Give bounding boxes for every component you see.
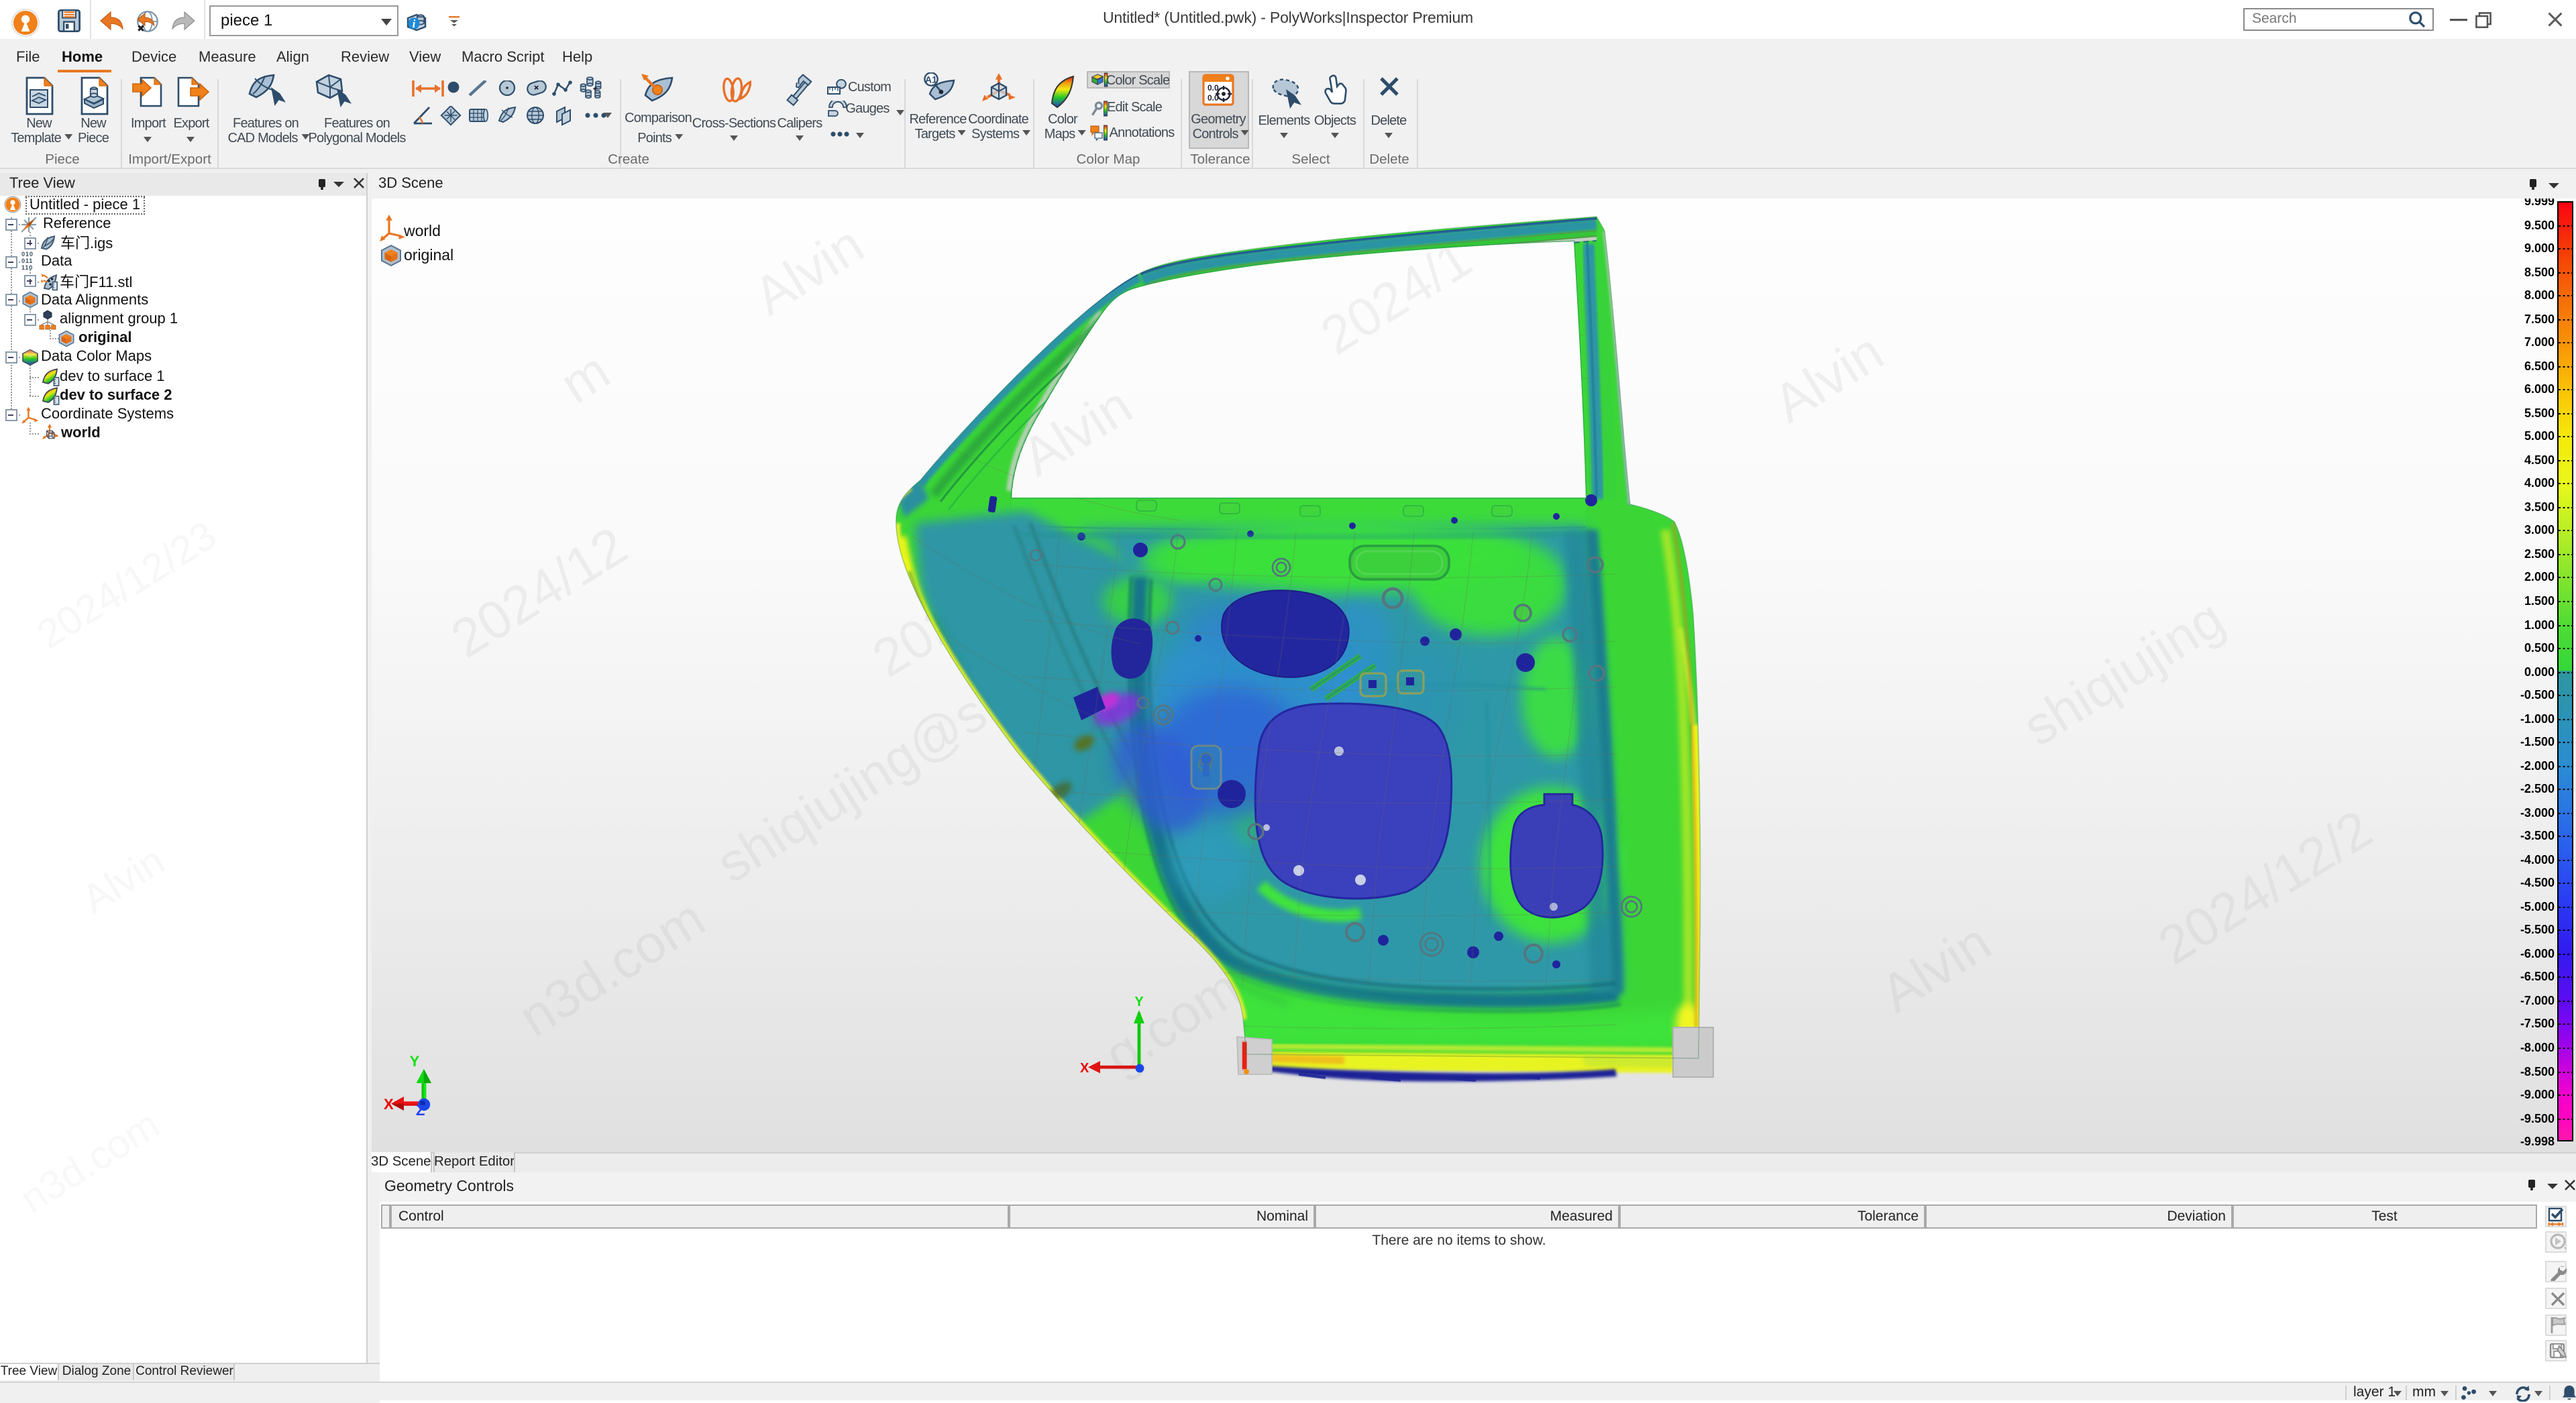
svg-text:A1: A1 [925,74,937,85]
svg-text:Z: Z [416,1102,425,1119]
svg-text:Y: Y [1134,995,1143,1009]
svg-text:X: X [1079,1061,1089,1074]
svg-text:X: X [384,1096,394,1113]
svg-text:Y: Y [410,1054,420,1070]
svg-text:i: i [413,17,416,30]
